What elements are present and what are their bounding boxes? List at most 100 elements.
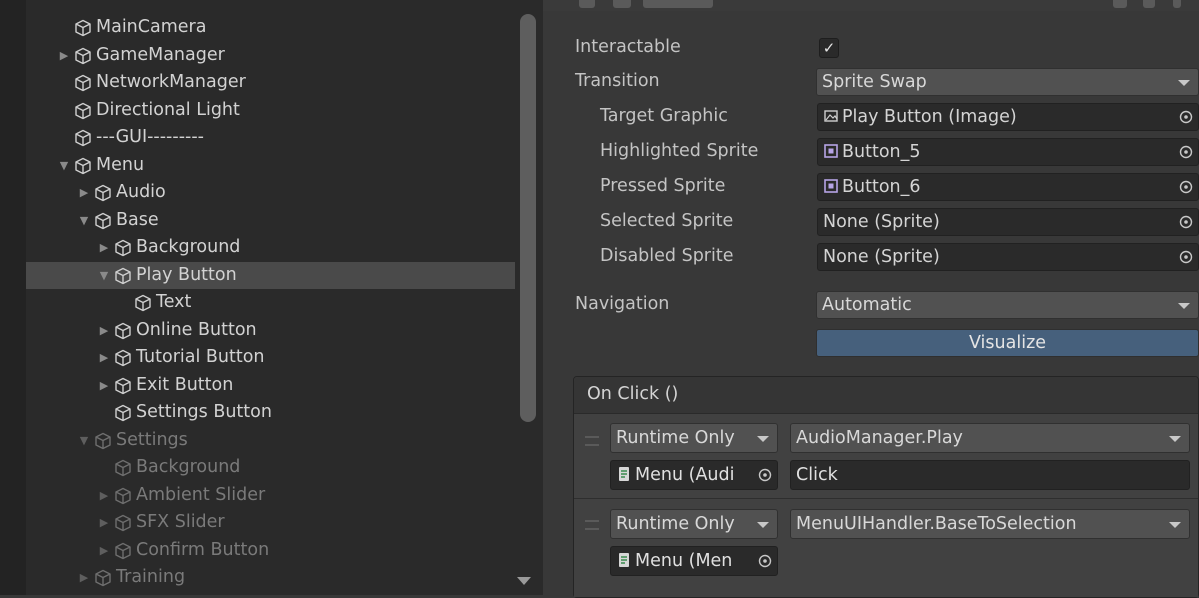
collapsed-arrow-icon[interactable]: ▶ xyxy=(97,537,111,564)
target-graphic-value: Play Button (Image) xyxy=(842,107,1017,127)
hierarchy-item-label: ---GUI--------- xyxy=(96,127,204,147)
visualize-button[interactable]: Visualize xyxy=(816,329,1199,357)
hierarchy-item[interactable]: ▼ Menu xyxy=(26,152,515,180)
component-foldout-icon[interactable] xyxy=(579,0,595,8)
target-graphic-field[interactable]: Play Button (Image) xyxy=(817,103,1199,131)
hierarchy-item-label: Settings Button xyxy=(136,402,272,422)
hierarchy-item[interactable]: ▶ Exit Button xyxy=(26,372,515,400)
hierarchy-item-label: Play Button xyxy=(136,264,237,285)
drag-handle-icon[interactable] xyxy=(585,436,599,446)
highlighted-sprite-field[interactable]: Button_5 xyxy=(817,138,1199,166)
runtime-mode-dropdown[interactable]: Runtime Only xyxy=(610,423,778,453)
argument-value: Click xyxy=(796,465,838,485)
function-value: AudioManager.Play xyxy=(796,428,963,448)
hierarchy-item[interactable]: ▼ Settings xyxy=(26,427,515,455)
disabled-sprite-value: None (Sprite) xyxy=(823,247,940,267)
interactable-checkbox[interactable]: ✓ xyxy=(819,38,839,58)
highlighted-sprite-value: Button_5 xyxy=(842,142,921,162)
disabled-sprite-field[interactable]: None (Sprite) xyxy=(817,243,1199,271)
collapsed-arrow-icon[interactable]: ▶ xyxy=(97,234,111,261)
navigation-dropdown[interactable]: Automatic xyxy=(816,291,1199,319)
chevron-down-icon xyxy=(1169,522,1181,528)
hierarchy-item[interactable]: ▼ Play Button xyxy=(26,261,515,289)
script-icon xyxy=(619,467,629,481)
expanded-arrow-icon[interactable]: ▼ xyxy=(77,427,91,454)
hierarchy-item[interactable]: ▶ Training xyxy=(26,564,515,592)
image-component-icon xyxy=(824,110,838,122)
collapsed-arrow-icon[interactable]: ▶ xyxy=(77,564,91,591)
hierarchy-item-label: Tutorial Button xyxy=(136,347,265,367)
hierarchy-item[interactable]: ▶ Background xyxy=(26,234,515,262)
runtime-mode-value: Runtime Only xyxy=(616,514,735,534)
hierarchy-item[interactable]: ▶ Confirm Button xyxy=(26,537,515,565)
function-dropdown[interactable]: MenuUIHandler.BaseToSelection xyxy=(790,509,1190,539)
on-click-entry[interactable]: Runtime Only MenuUIHandler.BaseToSelecti… xyxy=(574,500,1198,597)
collapsed-arrow-icon[interactable]: ▶ xyxy=(97,482,111,509)
object-picker-icon[interactable] xyxy=(1179,215,1193,229)
function-dropdown[interactable]: AudioManager.Play xyxy=(790,423,1190,453)
on-click-entry[interactable]: Runtime Only AudioManager.Play Menu (Aud… xyxy=(574,414,1198,496)
target-object-field[interactable]: Menu (Audi xyxy=(610,460,778,490)
gameobject-cube-icon xyxy=(115,404,131,422)
target-object-field[interactable]: Menu (Men xyxy=(610,546,778,576)
chevron-down-icon xyxy=(757,522,769,528)
object-picker-icon[interactable] xyxy=(1179,250,1193,264)
hierarchy-item[interactable]: ---GUI--------- xyxy=(26,124,515,152)
hierarchy-item[interactable]: NetworkManager xyxy=(26,69,515,97)
sprite-icon xyxy=(824,179,838,193)
hierarchy-item[interactable]: ▶ GameManager xyxy=(26,42,515,70)
hierarchy-scroll-thumb[interactable] xyxy=(520,14,536,422)
hierarchy-item[interactable]: Background xyxy=(26,454,515,482)
target-graphic-label: Target Graphic xyxy=(600,106,728,126)
hierarchy-item-label: Background xyxy=(136,457,241,477)
expanded-arrow-icon[interactable]: ▼ xyxy=(77,207,91,234)
pressed-sprite-field[interactable]: Button_6 xyxy=(817,173,1199,201)
hierarchy-item[interactable]: ▼ Base xyxy=(26,207,515,235)
hierarchy-item[interactable]: Settings Button xyxy=(26,399,515,427)
drag-handle-icon[interactable] xyxy=(585,520,599,530)
argument-field[interactable]: Click xyxy=(790,460,1190,490)
hierarchy-item[interactable]: ▶ Tutorial Button xyxy=(26,344,515,372)
object-picker-icon[interactable] xyxy=(1179,110,1193,124)
expanded-arrow-icon[interactable]: ▼ xyxy=(97,262,111,289)
help-icon[interactable] xyxy=(1113,0,1127,8)
hierarchy-item[interactable]: Text xyxy=(26,289,515,317)
hierarchy-item[interactable]: MainCamera xyxy=(26,14,515,42)
gameobject-cube-icon xyxy=(95,184,111,202)
component-menu-icon[interactable] xyxy=(1173,0,1181,8)
hierarchy-item[interactable]: ▶ SFX Slider xyxy=(26,509,515,537)
interactable-label: Interactable xyxy=(575,37,681,57)
collapsed-arrow-icon[interactable]: ▶ xyxy=(97,509,111,536)
hierarchy-item-label: Training xyxy=(116,567,186,587)
pressed-sprite-label: Pressed Sprite xyxy=(600,176,726,196)
hierarchy-item[interactable]: ▶ Online Button xyxy=(26,317,515,345)
object-picker-icon[interactable] xyxy=(758,468,772,482)
hierarchy-item[interactable]: ▶ Audio xyxy=(26,179,515,207)
preset-icon[interactable] xyxy=(1143,0,1155,8)
object-picker-icon[interactable] xyxy=(1179,145,1193,159)
scroll-down-arrow-icon[interactable] xyxy=(517,577,531,585)
navigation-value: Automatic xyxy=(822,295,912,315)
expanded-arrow-icon[interactable]: ▼ xyxy=(57,152,71,179)
highlighted-sprite-label: Highlighted Sprite xyxy=(600,141,759,161)
chevron-down-icon xyxy=(1178,80,1190,86)
gameobject-cube-icon xyxy=(115,487,131,504)
hierarchy-panel: MainCamera ▶ GameManager NetworkManager Dire… xyxy=(0,0,543,595)
collapsed-arrow-icon[interactable]: ▶ xyxy=(97,344,111,371)
gameobject-cube-icon xyxy=(115,349,131,367)
hierarchy-item[interactable]: ▶ Ambient Slider xyxy=(26,482,515,510)
runtime-mode-dropdown[interactable]: Runtime Only xyxy=(610,509,778,539)
collapsed-arrow-icon[interactable]: ▶ xyxy=(97,372,111,399)
chevron-down-icon xyxy=(757,436,769,442)
collapsed-arrow-icon[interactable]: ▶ xyxy=(97,317,111,344)
hierarchy-item-label: Confirm Button xyxy=(136,539,270,560)
hierarchy-item[interactable]: Directional Light xyxy=(26,97,515,125)
object-picker-icon[interactable] xyxy=(1179,180,1193,194)
collapsed-arrow-icon[interactable]: ▶ xyxy=(77,179,91,206)
disabled-sprite-label: Disabled Sprite xyxy=(600,246,734,266)
transition-dropdown[interactable]: Sprite Swap xyxy=(816,68,1199,96)
collapsed-arrow-icon[interactable]: ▶ xyxy=(57,42,71,69)
component-enabled-toggle[interactable] xyxy=(613,0,631,8)
object-picker-icon[interactable] xyxy=(758,554,772,568)
selected-sprite-field[interactable]: None (Sprite) xyxy=(817,208,1199,236)
